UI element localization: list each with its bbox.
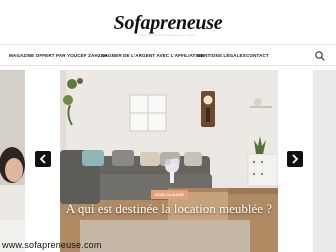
next-slide-preview[interactable] — [313, 70, 336, 252]
main-navigation: MAGAZINE OFFERT PAR YOUCEF ZAHZAH GAGNER… — [0, 44, 336, 66]
slider-prev-button[interactable] — [35, 151, 51, 167]
chevron-left-icon — [39, 154, 46, 164]
nav-item-contact[interactable]: CONTACT — [246, 53, 269, 58]
category-badge[interactable]: NON CLASSÉ — [151, 190, 189, 199]
site-logo[interactable]: Sofapreneuse — [0, 12, 336, 35]
site-url-watermark: www.sofapreneuse.com — [2, 240, 102, 250]
site-header: Sofapreneuse devenir entrepreneuse en li… — [0, 0, 336, 38]
nav-item-affiliation[interactable]: GAGNER DE L'ARGENT AVEC L'AFFILIATION — [101, 53, 204, 58]
search-icon[interactable] — [314, 49, 326, 61]
site-tagline: devenir entrepreneuse en ligne — [139, 33, 197, 37]
nav-item-mentions-legales[interactable]: MENTIONS LÉGALES — [197, 53, 246, 58]
chevron-right-icon — [292, 154, 299, 164]
featured-slider — [0, 70, 336, 252]
nav-item-magazine[interactable]: MAGAZINE OFFERT PAR YOUCEF ZAHZAH — [9, 53, 108, 58]
slide-image[interactable] — [60, 70, 278, 252]
slider-next-button[interactable] — [287, 151, 303, 167]
prev-slide-preview[interactable] — [0, 70, 25, 252]
slide-headline[interactable]: A qui est destinée la location meublée ? — [60, 200, 278, 217]
